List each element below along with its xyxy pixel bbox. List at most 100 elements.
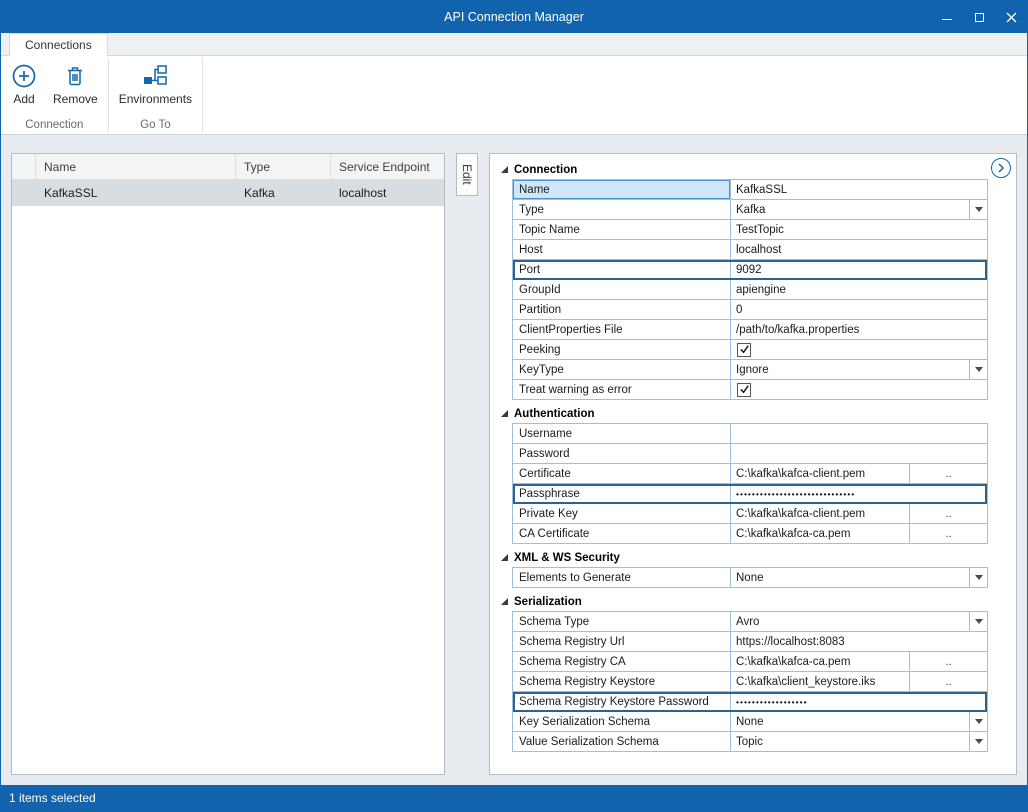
property-label[interactable]: Type: [513, 200, 731, 219]
property-row: Username: [513, 424, 987, 444]
value-text[interactable]: Topic: [736, 736, 763, 748]
value-text[interactable]: /path/to/kafka.properties: [736, 324, 859, 336]
property-row: Treat warning as error: [513, 380, 987, 400]
property-label[interactable]: Treat warning as error: [513, 380, 731, 399]
property-label[interactable]: Port: [513, 260, 731, 279]
property-label[interactable]: Host: [513, 240, 731, 259]
property-label[interactable]: Schema Registry Keystore: [513, 672, 731, 691]
property-label[interactable]: Partition: [513, 300, 731, 319]
password-value[interactable]: ••••••••••••••••••: [736, 697, 808, 707]
dropdown-button[interactable]: [969, 568, 987, 587]
value-text[interactable]: Avro: [736, 616, 759, 628]
property-label[interactable]: Peeking: [513, 340, 731, 359]
property-label[interactable]: ClientProperties File: [513, 320, 731, 339]
add-button[interactable]: Add: [3, 57, 45, 108]
remove-button[interactable]: Remove: [45, 57, 106, 108]
section-header[interactable]: Authentication: [500, 404, 988, 423]
value-text[interactable]: apiengine: [736, 284, 786, 296]
value-text[interactable]: None: [736, 572, 764, 584]
environments-button-label: Environments: [119, 92, 192, 106]
section-rows: Elements to Generate None: [512, 567, 988, 588]
property-label[interactable]: Elements to Generate: [513, 568, 731, 587]
tab-connections[interactable]: Connections: [9, 33, 108, 56]
value-text[interactable]: Kafka: [736, 204, 765, 216]
browse-button[interactable]: ..: [909, 524, 987, 543]
property-label[interactable]: Schema Type: [513, 612, 731, 631]
property-value: Ignore: [731, 360, 969, 379]
value-text[interactable]: None: [736, 716, 764, 728]
value-text[interactable]: https://localhost:8083: [736, 636, 845, 648]
value-text[interactable]: C:\kafka\kafca-ca.pem: [736, 528, 850, 540]
value-text[interactable]: 0: [736, 304, 742, 316]
property-label[interactable]: Password: [513, 444, 731, 463]
property-label[interactable]: Schema Registry Keystore Password: [513, 692, 731, 711]
section-header[interactable]: Connection: [500, 160, 988, 179]
dropdown-button[interactable]: [969, 732, 987, 751]
dropdown-button[interactable]: [969, 360, 987, 379]
maximize-button[interactable]: [963, 1, 995, 33]
property-label[interactable]: Value Serialization Schema: [513, 732, 731, 751]
value-text[interactable]: C:\kafka\kafca-ca.pem: [736, 656, 850, 668]
collapse-triangle-icon: [500, 165, 509, 174]
value-text[interactable]: C:\kafka\client_keystore.iks: [736, 676, 875, 688]
property-label[interactable]: CA Certificate: [513, 524, 731, 543]
value-text[interactable]: 9092: [736, 264, 762, 276]
property-value: C:\kafka\kafca-ca.pem: [731, 652, 909, 671]
column-header-service-endpoint[interactable]: Service Endpoint: [331, 154, 444, 179]
property-label[interactable]: Certificate: [513, 464, 731, 483]
dropdown-arrow-icon: [975, 719, 983, 724]
collapse-triangle-icon: [500, 553, 509, 562]
title-bar: API Connection Manager: [1, 1, 1027, 33]
property-label[interactable]: GroupId: [513, 280, 731, 299]
ribbon-separator: [202, 58, 203, 132]
property-label[interactable]: Schema Registry Url: [513, 632, 731, 651]
browse-button[interactable]: ..: [909, 464, 987, 483]
value-text[interactable]: KafkaSSL: [736, 184, 787, 196]
property-label[interactable]: Username: [513, 424, 731, 443]
list-item[interactable]: KafkaSSLKafkalocalhost: [12, 180, 444, 206]
checkbox[interactable]: [737, 383, 751, 397]
browse-button[interactable]: ..: [909, 672, 987, 691]
column-header-name[interactable]: Name: [36, 154, 236, 179]
property-label[interactable]: Name: [513, 180, 731, 199]
checkbox[interactable]: [737, 343, 751, 357]
status-text: 1 items selected: [9, 791, 96, 805]
edit-tab-strip: Edit: [445, 153, 489, 775]
property-grid: ConnectionName KafkaSSL Type Kafka Topic Nam…: [500, 160, 1010, 752]
password-value[interactable]: ••••••••••••••••••••••••••••••: [736, 489, 855, 499]
collapse-panel-button[interactable]: [991, 158, 1011, 178]
property-value: https://localhost:8083: [731, 632, 987, 651]
property-label[interactable]: KeyType: [513, 360, 731, 379]
browse-button[interactable]: ..: [909, 504, 987, 523]
tab-edit[interactable]: Edit: [456, 153, 478, 196]
row-indicator: [12, 180, 36, 206]
close-button[interactable]: [995, 1, 1027, 33]
dropdown-button[interactable]: [969, 712, 987, 731]
property-row: Peeking: [513, 340, 987, 360]
dropdown-button[interactable]: [969, 200, 987, 219]
section-header[interactable]: XML & WS Security: [500, 548, 988, 567]
property-label[interactable]: Key Serialization Schema: [513, 712, 731, 731]
checkmark-icon: [739, 344, 750, 355]
value-text[interactable]: Ignore: [736, 364, 769, 376]
environments-button[interactable]: Environments: [111, 57, 200, 108]
property-label[interactable]: Schema Registry CA: [513, 652, 731, 671]
value-text[interactable]: TestTopic: [736, 224, 784, 236]
value-text[interactable]: C:\kafka\kafca-client.pem: [736, 468, 865, 480]
section-title: Serialization: [514, 596, 582, 608]
property-label[interactable]: Private Key: [513, 504, 731, 523]
dropdown-button[interactable]: [969, 612, 987, 631]
minimize-button[interactable]: [931, 1, 963, 33]
property-row: Elements to Generate None: [513, 568, 987, 588]
column-header-type[interactable]: Type: [236, 154, 331, 179]
property-label[interactable]: Passphrase: [513, 484, 731, 503]
property-value: C:\kafka\kafca-ca.pem: [731, 524, 909, 543]
list-cell-name: KafkaSSL: [36, 180, 236, 206]
property-label[interactable]: Topic Name: [513, 220, 731, 239]
browse-button[interactable]: ..: [909, 652, 987, 671]
section-header[interactable]: Serialization: [500, 592, 988, 611]
status-bar: 1 items selected: [1, 785, 1027, 811]
property-row: Schema Registry Url https://localhost:808…: [513, 632, 987, 652]
value-text[interactable]: C:\kafka\kafca-client.pem: [736, 508, 865, 520]
value-text[interactable]: localhost: [736, 244, 781, 256]
